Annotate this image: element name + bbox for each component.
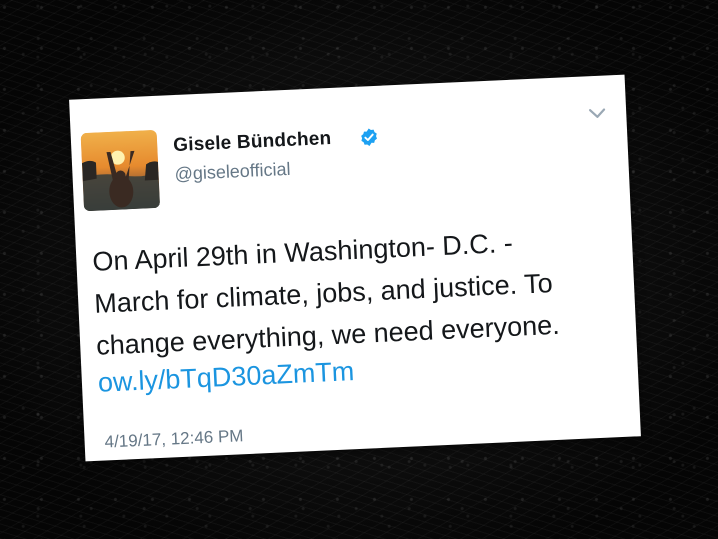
avatar[interactable] xyxy=(80,129,161,212)
author-name[interactable]: Gisele Bündchen xyxy=(173,128,332,157)
author-handle[interactable]: @giseleofficial xyxy=(174,159,291,185)
verified-badge-icon xyxy=(361,128,377,146)
tweet-timestamp[interactable]: 4/19/17, 12:46 PM xyxy=(104,426,244,452)
tweet-text: On April 29th in Washington- D.C. - Marc… xyxy=(92,217,617,366)
chevron-down-icon[interactable] xyxy=(588,107,607,120)
tweet-card: Gisele Bündchen @giseleofficial On April… xyxy=(69,74,641,462)
